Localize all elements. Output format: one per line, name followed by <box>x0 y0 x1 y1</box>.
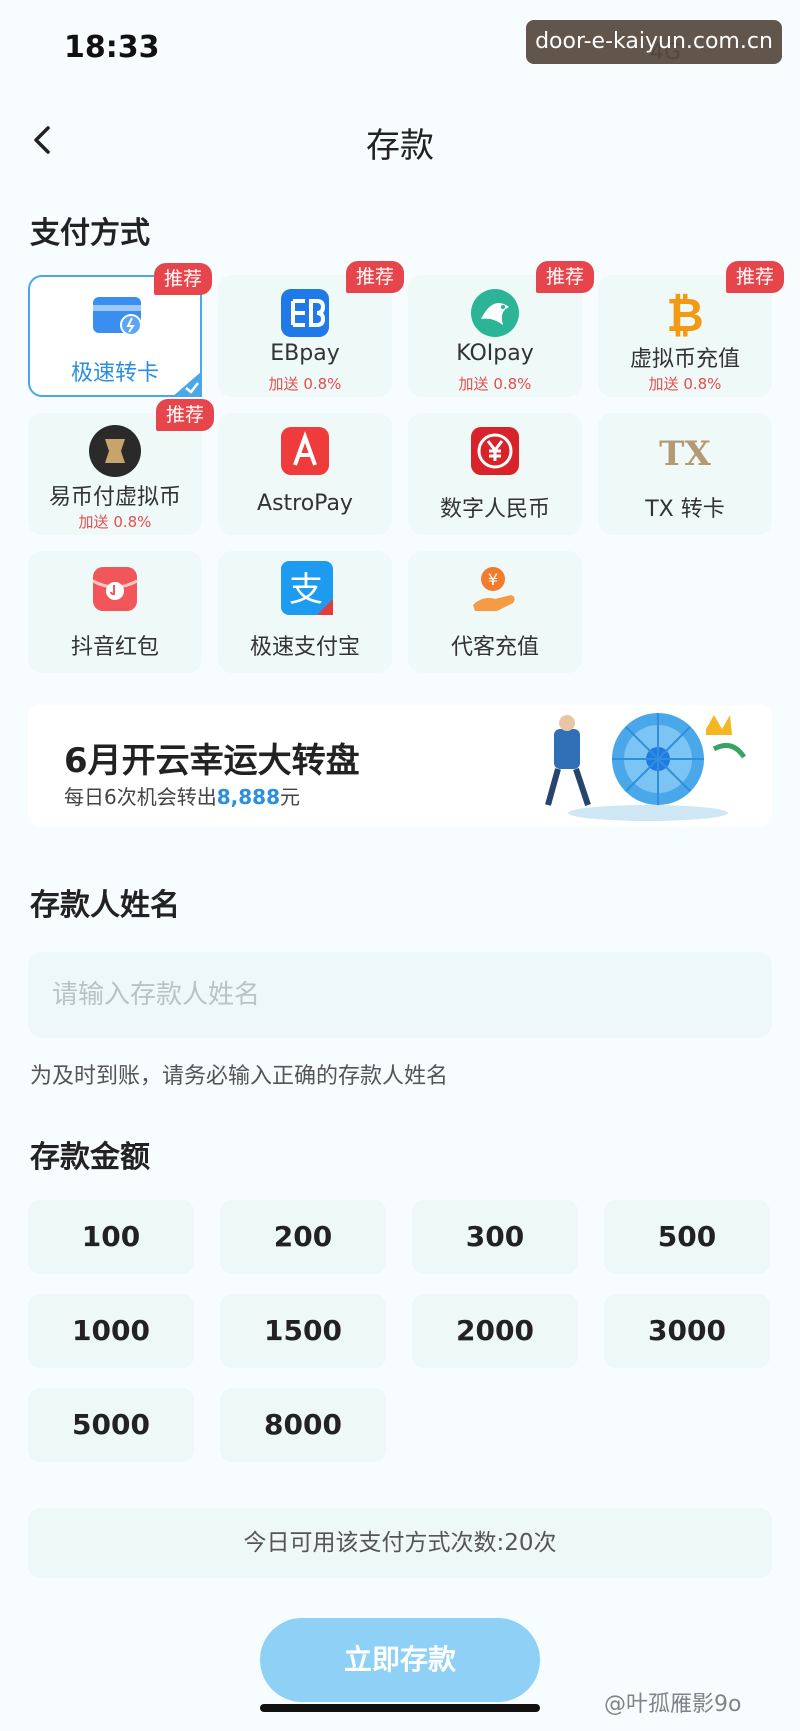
banner-subtitle: 每日6次机会转出8,888元 <box>64 781 300 810</box>
payment-method-label: 代客充值 <box>450 635 539 660</box>
payment-method-label: EBpay <box>270 341 340 366</box>
payment-bonus-text: 加送 0.8% <box>648 375 722 393</box>
banner-sub-suffix: 元 <box>280 785 300 809</box>
selected-check-icon <box>172 371 202 397</box>
hand-coin-icon: ¥ <box>473 567 515 611</box>
svg-text:₿: ₿ <box>666 288 704 341</box>
payment-method-alipay[interactable]: 支 极速支付宝 <box>218 551 392 673</box>
bitcoin-icon: ₿ <box>666 288 704 341</box>
depositor-section-title: 存款人姓名 <box>30 888 180 923</box>
amount-option[interactable]: 100 <box>28 1200 194 1274</box>
ebpay-icon <box>281 289 329 337</box>
payment-method-label: TX 转卡 <box>645 497 725 522</box>
amount-option[interactable]: 300 <box>412 1200 578 1274</box>
payment-method-label: 虚拟币充值 <box>629 347 740 372</box>
svg-text:¥: ¥ <box>488 570 498 589</box>
payment-method-label: 极速支付宝 <box>249 635 360 660</box>
payment-bonus-text: 加送 0.8% <box>458 375 532 393</box>
deposit-submit-button[interactable]: 立即存款 <box>260 1618 540 1702</box>
payment-method-grid: 极速转卡 推荐 EBpay 加送 0.8% 推荐 KOIpay 加送 0.8% … <box>28 261 788 675</box>
domain-badge: door-e-kaiyun.com.cn <box>526 20 782 64</box>
page-title: 存款 <box>366 126 434 166</box>
amount-option[interactable]: 8000 <box>220 1388 386 1462</box>
amount-option[interactable]: 1500 <box>220 1294 386 1368</box>
payment-method-label: 易币付虚拟币 <box>48 485 181 510</box>
payment-method-digital-rmb[interactable]: 数字人民币 <box>408 413 582 535</box>
status-time: 18:33 <box>64 30 160 65</box>
amount-option[interactable]: 1000 <box>28 1294 194 1368</box>
svg-text:TX: TX <box>659 434 711 474</box>
lucky-wheel-banner[interactable]: 6月开云幸运大转盘 每日6次机会转出8,888元 <box>28 705 772 827</box>
payment-method-quick-card[interactable]: 极速转卡 推荐 <box>28 263 212 397</box>
tx-icon: TX <box>659 434 711 474</box>
recommend-tag: 推荐 <box>536 261 594 293</box>
yuan-icon <box>471 427 519 475</box>
recommend-tag: 推荐 <box>346 261 404 293</box>
amount-option[interactable]: 200 <box>220 1200 386 1274</box>
card-icon <box>93 297 142 336</box>
douyin-icon <box>92 567 138 611</box>
payment-section-title: 支付方式 <box>30 216 150 251</box>
home-indicator <box>260 1704 540 1712</box>
banner-title: 6月开云幸运大转盘 <box>64 741 360 781</box>
payment-method-yibifu[interactable]: 易币付虚拟币 加送 0.8% 推荐 <box>28 399 214 535</box>
payment-method-agent[interactable]: ¥ 代客充值 <box>408 551 582 673</box>
payment-method-tx-card[interactable]: TX TX 转卡 <box>598 413 772 535</box>
amount-option[interactable]: 3000 <box>604 1294 770 1368</box>
nav-bar: 存款 <box>0 110 800 170</box>
yibifu-icon <box>89 425 141 477</box>
payment-method-label: 抖音红包 <box>70 635 159 660</box>
astropay-icon <box>281 427 329 475</box>
payment-bonus-text: 加送 0.8% <box>268 375 342 393</box>
watermark: @叶孤雁影9o <box>604 1692 742 1717</box>
payment-method-astropay[interactable]: AstroPay <box>218 413 392 535</box>
payment-method-label: AstroPay <box>257 491 353 516</box>
banner-sub-prefix: 每日6次机会转出 <box>64 785 217 809</box>
amount-option[interactable]: 5000 <box>28 1388 194 1462</box>
recommend-tag: 推荐 <box>156 399 214 431</box>
amount-option[interactable]: 2000 <box>412 1294 578 1368</box>
payment-method-label: 数字人民币 <box>439 497 550 522</box>
payment-bonus-text: 加送 0.8% <box>78 513 152 531</box>
recommend-tag: 推荐 <box>726 261 784 293</box>
daily-limit-notice: 今日可用该支付方式次数:20次 <box>28 1508 772 1578</box>
lucky-wheel-illustration <box>545 713 747 821</box>
status-bar: 18:33 4G door-e-kaiyun.com.cn <box>0 0 800 100</box>
svg-text:支: 支 <box>289 570 323 610</box>
payment-method-koipay[interactable]: KOIpay 加送 0.8% 推荐 <box>408 261 594 397</box>
payment-method-label: KOIpay <box>456 341 534 366</box>
amount-option[interactable]: 500 <box>604 1200 770 1274</box>
recommend-tag: 推荐 <box>154 263 212 295</box>
depositor-name-input[interactable] <box>28 952 772 1038</box>
depositor-hint: 为及时到账，请务必输入正确的存款人姓名 <box>30 1064 449 1089</box>
banner-amount: 8,888 <box>216 785 280 809</box>
amount-section-title: 存款金额 <box>30 1140 150 1175</box>
koi-icon <box>471 289 519 337</box>
payment-method-crypto[interactable]: ₿ 虚拟币充值 加送 0.8% 推荐 <box>598 261 784 397</box>
alipay-icon: 支 <box>281 561 333 615</box>
payment-method-douyin[interactable]: 抖音红包 <box>28 551 202 673</box>
payment-method-ebpay[interactable]: EBpay 加送 0.8% 推荐 <box>218 261 404 397</box>
